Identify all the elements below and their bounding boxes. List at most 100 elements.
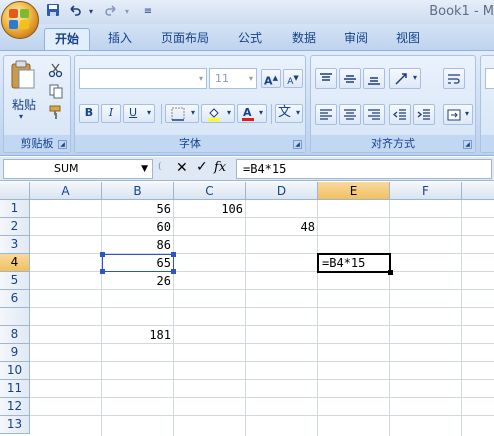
borders-button[interactable]: ▾	[165, 104, 199, 123]
column-header-c[interactable]: C	[174, 182, 246, 200]
tab-view[interactable]: 视图	[386, 28, 430, 50]
orientation-button[interactable]: ▾	[389, 68, 421, 89]
row-header-11[interactable]: 11	[0, 380, 30, 398]
row-header-3[interactable]: 3	[0, 236, 30, 254]
number-format-box[interactable]	[485, 68, 494, 89]
row-header-1[interactable]: 1	[0, 200, 30, 218]
orientation-dropdown-icon[interactable]: ▾	[413, 70, 417, 86]
reference-handle[interactable]	[100, 269, 105, 274]
merge-center-button[interactable]: ▾	[443, 104, 473, 125]
cell-b5[interactable]: 26	[102, 272, 174, 290]
cell-e4-editor[interactable]: =B4*15	[319, 255, 389, 271]
align-middle-button[interactable]	[339, 68, 361, 89]
select-all-corner[interactable]	[0, 182, 30, 200]
row-header-8[interactable]: 8	[0, 326, 30, 344]
paste-dropdown-icon[interactable]: ▾	[19, 112, 23, 121]
increase-indent-button[interactable]	[413, 104, 435, 125]
font-size-box[interactable]: 11 ▾	[209, 68, 257, 89]
tab-review[interactable]: 审阅	[334, 28, 378, 50]
cell-b3[interactable]: 86	[102, 236, 174, 254]
copy-icon[interactable]	[48, 83, 64, 99]
row-header-2[interactable]: 2	[0, 218, 30, 236]
save-icon[interactable]	[44, 3, 62, 20]
reference-handle[interactable]	[171, 269, 176, 274]
column-header-b[interactable]: B	[102, 182, 174, 200]
underline-dropdown-icon[interactable]: ▾	[147, 105, 151, 121]
redo-icon[interactable]	[102, 3, 120, 20]
alignment-launcher-icon[interactable]: ◢	[463, 140, 472, 149]
reference-handle[interactable]	[171, 252, 176, 257]
italic-button[interactable]: I	[101, 104, 121, 123]
cell-c1[interactable]: 106	[174, 200, 246, 218]
clipboard-launcher-icon[interactable]: ◢	[58, 140, 67, 149]
undo-dropdown-icon[interactable]: ▾	[86, 3, 96, 20]
worksheet-grid[interactable]: A B C D E F 1 2 3 4 5 6 8 9 10 11 12 13	[0, 182, 494, 436]
underline-button[interactable]: U ▾	[123, 104, 155, 123]
enter-icon[interactable]: ✓	[196, 159, 208, 175]
row-header-6[interactable]: 6	[0, 290, 30, 308]
cell-b2[interactable]: 60	[102, 218, 174, 236]
row-header-12[interactable]: 12	[0, 398, 30, 416]
font-color-swatch	[242, 118, 254, 121]
column-header-d[interactable]: D	[246, 182, 318, 200]
format-painter-icon[interactable]	[48, 104, 64, 120]
font-size-dropdown-icon[interactable]: ▾	[249, 69, 253, 88]
tab-insert[interactable]: 插入	[98, 28, 142, 50]
merge-dropdown-icon[interactable]: ▾	[465, 106, 469, 122]
paste-button[interactable]: 粘贴	[9, 96, 39, 113]
align-bottom-button[interactable]	[363, 68, 385, 89]
cancel-icon[interactable]: ✕	[176, 160, 188, 176]
font-color-dropdown-icon[interactable]: ▾	[259, 105, 263, 121]
borders-dropdown-icon[interactable]: ▾	[191, 105, 195, 121]
row-header-4[interactable]: 4	[0, 254, 30, 272]
align-right-button[interactable]	[363, 104, 385, 125]
row-header-7-hidden[interactable]	[0, 308, 30, 326]
gridline	[30, 289, 494, 290]
fill-color-dropdown-icon[interactable]: ▾	[227, 105, 231, 121]
cut-icon[interactable]	[48, 62, 64, 78]
cell-d2[interactable]: 48	[246, 218, 318, 236]
paste-icon[interactable]	[10, 60, 36, 90]
font-name-dropdown-icon[interactable]: ▾	[199, 69, 203, 88]
tab-home[interactable]: 开始	[44, 28, 90, 50]
column-header-e[interactable]: E	[318, 182, 390, 200]
insert-function-button[interactable]: fx	[214, 160, 226, 175]
customize-icon[interactable]: ≡	[142, 3, 154, 20]
office-button[interactable]	[1, 1, 39, 39]
decrease-indent-button[interactable]	[389, 104, 411, 125]
redo-dropdown-icon[interactable]: ▾	[122, 3, 132, 20]
row-header-10[interactable]: 10	[0, 362, 30, 380]
tab-formulas[interactable]: 公式	[228, 28, 272, 50]
phonetic-dropdown-icon[interactable]: ▾	[296, 105, 300, 121]
fill-handle[interactable]	[388, 270, 393, 275]
font-color-button[interactable]: A ▾	[237, 104, 267, 123]
align-top-button[interactable]	[315, 68, 337, 89]
name-box[interactable]: SUM ▼	[3, 159, 153, 179]
cell-b1[interactable]: 56	[102, 200, 174, 218]
row-header-13[interactable]: 13	[0, 416, 30, 434]
active-cell-e4[interactable]: =B4*15	[317, 253, 391, 273]
grow-font-arrow-icon: ▲	[272, 74, 278, 82]
column-header-a[interactable]: A	[30, 182, 102, 200]
cell-b8[interactable]: 181	[102, 326, 174, 344]
tab-page-layout[interactable]: 页面布局	[154, 28, 216, 50]
column-header-g-partial[interactable]	[462, 182, 494, 200]
column-header-f[interactable]: F	[390, 182, 462, 200]
row-header-9[interactable]: 9	[0, 344, 30, 362]
row-header-5[interactable]: 5	[0, 272, 30, 290]
bold-button[interactable]: B	[79, 104, 99, 123]
formula-input[interactable]: =B4*15	[236, 159, 492, 179]
tab-data[interactable]: 数据	[282, 28, 326, 50]
undo-icon[interactable]	[66, 3, 84, 20]
wrap-text-button[interactable]	[443, 68, 465, 89]
font-launcher-icon[interactable]: ◢	[293, 140, 302, 149]
phonetic-button[interactable]: 文 ▾	[275, 104, 303, 123]
font-name-box[interactable]: ▾	[79, 68, 207, 89]
align-center-button[interactable]	[339, 104, 361, 125]
grow-font-button[interactable]: A▲	[261, 69, 281, 88]
shrink-font-button[interactable]: A▼	[283, 69, 303, 88]
fill-color-button[interactable]: ▾	[201, 104, 235, 123]
name-box-dropdown-icon[interactable]: ▼	[141, 160, 148, 178]
align-left-button[interactable]	[315, 104, 337, 125]
reference-handle[interactable]	[100, 252, 105, 257]
